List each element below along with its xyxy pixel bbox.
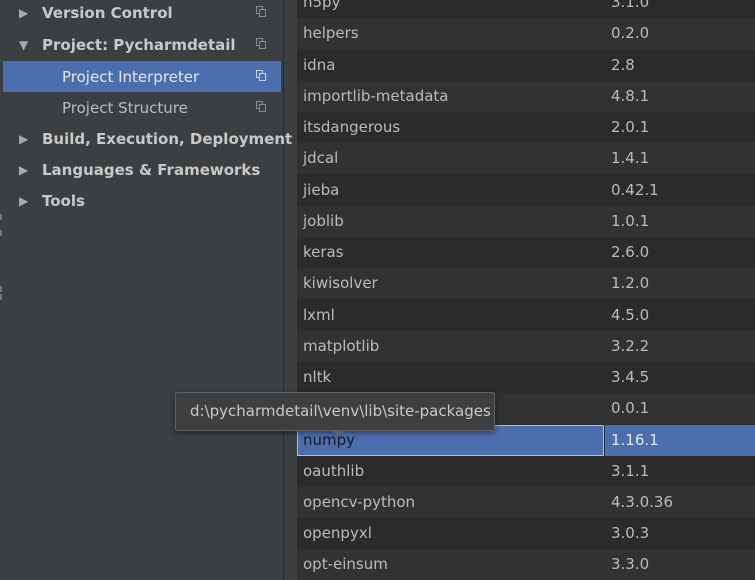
package-version: 1.4.1: [611, 149, 650, 167]
sidebar-item-build-execution-deployment[interactable]: ▶ Build, Execution, Deployment: [3, 123, 292, 154]
package-name: openpyxl: [303, 524, 372, 542]
package-version: 1.0.1: [611, 212, 650, 230]
package-name: lxml: [303, 306, 335, 324]
sidebar-item-label: Project Interpreter: [62, 67, 200, 86]
expand-arrow-icon[interactable]: ▶: [19, 194, 33, 208]
package-version: 3.3.0: [611, 555, 650, 573]
copy-project-icon: [256, 101, 266, 112]
package-table: h5py 3.1.0 helpers 0.2.0 idna 2.8 import…: [297, 0, 755, 580]
package-row[interactable]: jieba 0.42.1: [297, 175, 755, 206]
package-version: 2.8: [611, 56, 635, 74]
package-name: idna: [303, 56, 336, 74]
sidebar-item-label: Languages & Frameworks: [42, 160, 261, 179]
package-name: opencv-python: [303, 493, 416, 511]
package-version: 0.0.1: [611, 399, 650, 417]
expand-arrow-icon[interactable]: ▶: [19, 163, 33, 177]
package-version: 4.8.1: [611, 87, 650, 105]
package-version: 2.0.1: [611, 118, 650, 136]
copy-project-icon: [256, 38, 266, 49]
package-version: 1.2.0: [611, 274, 650, 292]
package-row[interactable]: itsdangerous 2.0.1: [297, 112, 755, 143]
package-row[interactable]: importlib-metadata 4.8.1: [297, 81, 755, 112]
sidebar-item-version-control[interactable]: ▶ Version Control: [3, 0, 281, 28]
package-row[interactable]: openpyxl 3.0.3: [297, 518, 755, 549]
package-row[interactable]: joblib 1.0.1: [297, 206, 755, 237]
collapse-arrow-icon[interactable]: ▼: [19, 38, 33, 52]
package-name: nltk: [303, 368, 332, 386]
package-row[interactable]: jdcal 1.4.1: [297, 143, 755, 174]
package-row[interactable]: h5py 3.1.0: [297, 0, 755, 18]
package-name: keras: [303, 243, 344, 261]
package-row[interactable]: helpers 0.2.0: [297, 18, 755, 49]
settings-sidebar: ▶ Version Control ▼ Project: Pycharmdeta…: [0, 0, 292, 580]
package-name: opt-einsum: [303, 555, 388, 573]
package-name: h5py: [303, 0, 341, 11]
tooltip-text: d:\pycharmdetail\venv\lib\site-packages: [190, 402, 491, 420]
package-name: itsdangerous: [303, 118, 401, 136]
tooltip-pointer: [332, 430, 344, 436]
package-version: 0.42.1: [611, 181, 659, 199]
package-row[interactable]: nltk 3.4.5: [297, 362, 755, 393]
column-divider: [604, 425, 605, 456]
package-row[interactable]: opt-einsum 3.3.0: [297, 549, 755, 580]
package-name: jdcal: [303, 149, 339, 167]
expand-arrow-icon[interactable]: ▶: [19, 132, 33, 146]
sidebar-item-label: Tools: [42, 191, 85, 210]
sidebar-item-project-structure[interactable]: Project Structure: [3, 92, 281, 123]
sidebar-item-label: Project Structure: [62, 98, 188, 117]
sidebar-item-label: Project: Pycharmdetail: [42, 35, 236, 54]
package-row[interactable]: oauthlib 3.1.1: [297, 456, 755, 487]
sidebar-item-project[interactable]: ▼ Project: Pycharmdetail: [3, 29, 281, 60]
package-row[interactable]: idna 2.8: [297, 50, 755, 81]
sidebar-item-label: Version Control: [42, 3, 173, 22]
path-tooltip: d:\pycharmdetail\venv\lib\site-packages: [175, 392, 495, 436]
package-row[interactable]: matplotlib 3.2.2: [297, 331, 755, 362]
package-version: 3.1.1: [611, 462, 650, 480]
package-version: 1.16.1: [611, 431, 659, 449]
copy-project-icon: [256, 6, 266, 17]
sidebar-item-project-interpreter[interactable]: Project Interpreter: [3, 61, 281, 92]
package-name: helpers: [303, 24, 359, 42]
package-row[interactable]: keras 2.6.0: [297, 237, 755, 268]
sidebar-item-tools[interactable]: ▶ Tools: [3, 185, 281, 216]
package-name: importlib-metadata: [303, 87, 449, 105]
package-row[interactable]: kiwisolver 1.2.0: [297, 268, 755, 299]
package-version: 3.1.0: [611, 0, 650, 11]
sidebar-item-languages-frameworks[interactable]: ▶ Languages & Frameworks: [3, 154, 281, 185]
package-version: 0.2.0: [611, 24, 650, 42]
package-name: matplotlib: [303, 337, 380, 355]
sidebar-item-label: Build, Execution, Deployment: [42, 129, 293, 148]
package-version: 4.5.0: [611, 306, 650, 324]
package-row[interactable]: lxml 4.5.0: [297, 300, 755, 331]
package-version: 2.6.0: [611, 243, 650, 261]
package-version: 3.0.3: [611, 524, 650, 542]
copy-project-icon: [256, 70, 266, 81]
package-name: joblib: [303, 212, 344, 230]
package-row[interactable]: opencv-python 4.3.0.36: [297, 487, 755, 518]
package-name: numpy: [303, 431, 356, 449]
package-version: 3.2.2: [611, 337, 650, 355]
package-version: 4.3.0.36: [611, 493, 674, 511]
package-name: oauthlib: [303, 462, 365, 480]
package-name: kiwisolver: [303, 274, 378, 292]
expand-arrow-icon[interactable]: ▶: [19, 6, 33, 20]
package-version: 3.4.5: [611, 368, 650, 386]
package-name: jieba: [303, 181, 340, 199]
